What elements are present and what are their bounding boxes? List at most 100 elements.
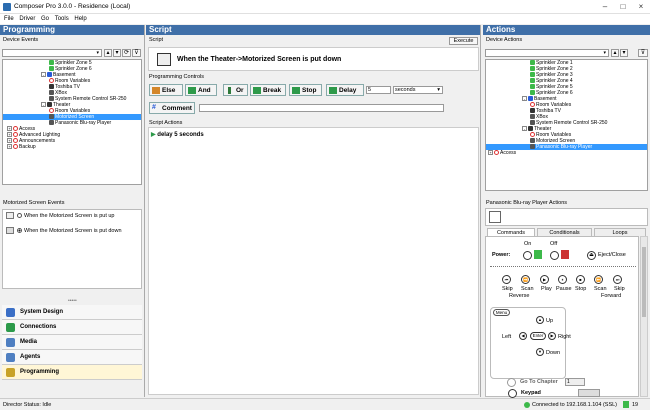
stop-playback-button[interactable]: ■	[576, 275, 585, 284]
off-label: Off	[550, 241, 558, 247]
tab-commands[interactable]: Commands	[487, 228, 535, 236]
skip-reverse-button[interactable]: ⏮	[502, 275, 511, 284]
filter-icon[interactable]: ⊽	[638, 49, 648, 57]
collapse-icon[interactable]: -	[41, 102, 46, 108]
on-label: On	[524, 241, 532, 247]
event-radio-up[interactable]	[17, 213, 22, 218]
window-title: Composer Pro 3.0.0 - Residence (Local)	[14, 3, 131, 10]
expand-down-icon[interactable]: ▾	[620, 49, 628, 57]
script-action-item[interactable]: ▶ delay 5 seconds	[151, 131, 204, 138]
stop-button[interactable]: Stop	[289, 84, 322, 96]
event-label-down[interactable]: When the Motorized Screen is put down	[24, 228, 122, 234]
down-label: Down	[546, 350, 561, 356]
menu-go[interactable]: Go	[41, 14, 49, 24]
nav-programming[interactable]: Programming	[2, 365, 142, 380]
scan-reverse-button[interactable]: ⏪	[521, 275, 530, 284]
or-button[interactable]: Or	[223, 84, 248, 96]
keypad-button[interactable]	[508, 389, 517, 398]
status-bar: Director Status: Idle Connected to 192.1…	[0, 398, 650, 410]
nav-label: Agents	[20, 354, 41, 360]
scan-forward-button[interactable]: ⏩	[594, 275, 603, 284]
and-button[interactable]: And	[185, 84, 217, 96]
event-label-up[interactable]: When the Motorized Screen is put up	[24, 213, 115, 219]
left-button[interactable]: ◀	[519, 332, 527, 340]
green-device-icon	[530, 66, 535, 72]
device-actions-tree: Sprinkler Zone 1 Sprinkler Zone 2 Sprinkle…	[485, 59, 648, 191]
dev-device-icon	[530, 114, 535, 120]
event-radio-down[interactable]	[17, 228, 22, 233]
menu-file[interactable]: File	[4, 14, 14, 24]
execute-button[interactable]: Execute	[449, 37, 478, 45]
expand-icon[interactable]: +	[7, 132, 12, 138]
collapse-icon[interactable]: -	[522, 96, 527, 102]
delay-unit-select[interactable]: seconds ▾	[393, 86, 443, 94]
commands-area: On Off Power: ⏏ Eject/Close ⏮ ⏪ ▶ ⏸ ■ ⏩ …	[485, 236, 639, 398]
else-button[interactable]: Else	[149, 84, 183, 96]
nav-agents[interactable]: Agents	[2, 350, 142, 365]
stop-label: Stop	[575, 286, 587, 292]
close-button[interactable]: ×	[632, 1, 650, 12]
up-button[interactable]: ▲	[536, 316, 544, 324]
menu-button[interactable]: Menu	[493, 309, 510, 316]
goto-chapter-input[interactable]: 1	[565, 378, 585, 386]
tree-item[interactable]: + Backup	[3, 144, 141, 150]
eject-button[interactable]: ⏏	[587, 251, 596, 260]
nav-system-design[interactable]: System Design	[2, 305, 142, 320]
maximize-button[interactable]: □	[614, 1, 632, 12]
comment-button[interactable]: # Comment	[149, 102, 195, 114]
device-events-tree: Sprinkler Zone 5 Sprinkler Zone 6- Basemen…	[2, 59, 142, 185]
power-on-button[interactable]	[523, 251, 532, 260]
right-button[interactable]: ▶	[548, 332, 556, 340]
forward-label: Forward	[601, 293, 622, 299]
tree-item[interactable]: + Access	[486, 150, 647, 156]
chevron-down-icon: ▾	[603, 50, 606, 56]
filter-icon[interactable]: ⊽	[132, 49, 141, 57]
navigation-pad: Menu ▲ Up Left ◀ Enter ▶ Right ▼ Down	[490, 307, 571, 379]
green-device-icon	[530, 90, 535, 96]
tab-conditionals[interactable]: Conditionals	[537, 228, 592, 236]
minimize-button[interactable]: –	[596, 1, 614, 12]
pause-button[interactable]: ⏸	[558, 275, 567, 284]
delay-button[interactable]: Delay	[326, 84, 364, 96]
commands-scrollbar[interactable]	[640, 236, 648, 397]
down-button[interactable]: ▼	[536, 348, 544, 356]
expand-down-icon[interactable]: ▾	[113, 49, 121, 57]
update-arrow-icon	[623, 401, 629, 408]
power-off-button[interactable]	[550, 251, 559, 260]
menu-tools[interactable]: Tools	[55, 14, 69, 24]
else-icon	[152, 87, 160, 94]
keypad-select[interactable]	[578, 389, 600, 397]
delay-value-input[interactable]: 5	[366, 86, 391, 94]
script-label: Script	[149, 37, 164, 43]
device-events-filter[interactable]: ▾	[2, 49, 102, 57]
collapse-icon[interactable]: -	[41, 72, 46, 78]
nav-connections[interactable]: Connections	[2, 320, 142, 335]
break-button[interactable]: Break	[250, 84, 286, 96]
comment-input[interactable]	[199, 104, 444, 112]
screen-up-icon	[6, 212, 14, 219]
expand-icon[interactable]: +	[488, 150, 493, 156]
tab-loops[interactable]: Loops	[594, 228, 646, 236]
break-label: Break	[263, 87, 282, 94]
menu-help[interactable]: Help	[74, 14, 86, 24]
up-label: Up	[546, 318, 554, 324]
expand-icon[interactable]: +	[7, 126, 12, 132]
expand-icon[interactable]: +	[7, 138, 12, 144]
skip-forward-button[interactable]: ⏭	[613, 275, 622, 284]
collapse-up-icon[interactable]: ▴	[104, 49, 112, 57]
nav-media[interactable]: Media	[2, 335, 142, 350]
menu-driver[interactable]: Driver	[19, 14, 35, 24]
play-button[interactable]: ▶	[540, 275, 549, 284]
scrollbar-thumb[interactable]	[642, 247, 646, 317]
nav-icon	[6, 338, 15, 347]
refresh-icon[interactable]: ⟳	[122, 49, 131, 57]
script-title-box: When the Theater->Motorized Screen is pu…	[148, 47, 479, 71]
collapse-up-icon[interactable]: ▴	[611, 49, 619, 57]
enter-button[interactable]: Enter	[530, 332, 546, 340]
expand-icon[interactable]: +	[7, 144, 12, 150]
device-actions-filter[interactable]: ▾	[485, 49, 609, 57]
green-device-icon	[530, 84, 535, 90]
collapse-icon[interactable]: -	[522, 126, 527, 132]
goto-chapter-button[interactable]	[507, 378, 516, 387]
left-panel: Programming Device Events ▾ ▴ ▾ ⟳ ⊽ Spri…	[0, 25, 145, 397]
